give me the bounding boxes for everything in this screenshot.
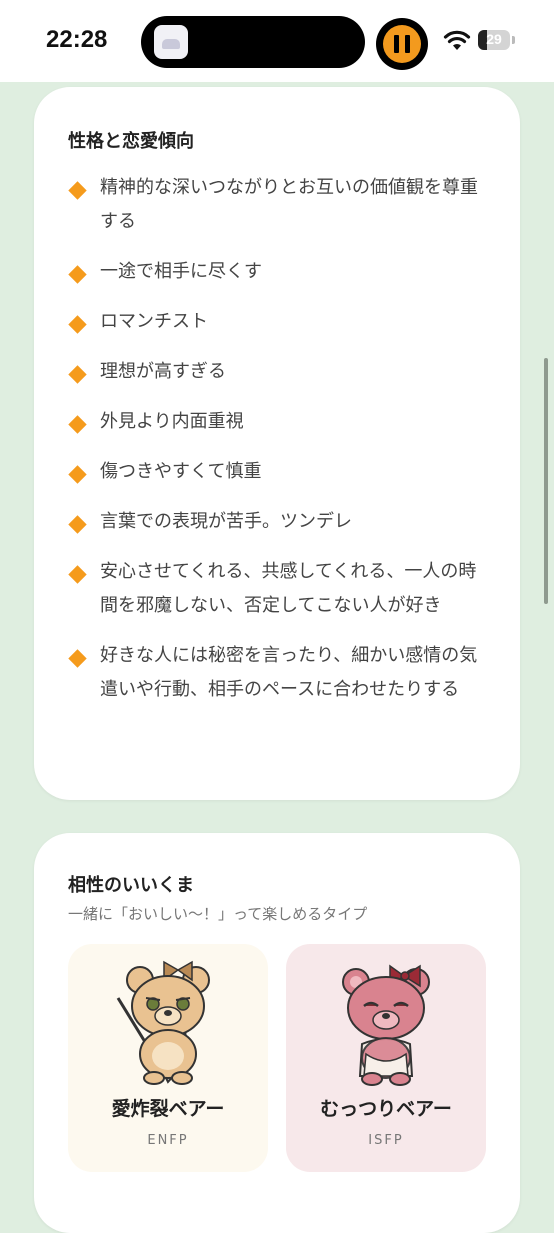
diamond-bullet-icon <box>68 315 87 334</box>
timer-icon[interactable] <box>376 18 428 70</box>
trait-text: 理想が高すぎる <box>100 361 226 382</box>
wifi-icon <box>443 30 471 50</box>
personality-title: 性格と恋愛傾向 <box>68 131 194 152</box>
trait-item: 傷つきやすくて慎重 <box>68 455 488 489</box>
trait-text: 一途で相手に尽くす <box>100 261 262 282</box>
trait-item: 好きな人には秘密を言ったり、細かい感情の気遣いや行動、相手のペースに合わせたりす… <box>68 639 488 707</box>
diamond-bullet-icon <box>68 265 87 284</box>
diamond-bullet-icon <box>68 565 87 584</box>
trait-item: 安心させてくれる、共感してくれる、一人の時間を邪魔しない、否定してこない人が好き <box>68 555 488 623</box>
compatibility-card: 相性のいいくま 一緒に「おいしい〜！」って楽しめるタイプ 愛炸裂ベアー ENFP… <box>34 833 520 1233</box>
diamond-bullet-icon <box>68 181 87 200</box>
diamond-bullet-icon <box>68 415 87 434</box>
scrollbar[interactable] <box>544 358 548 604</box>
trait-item: 外見より内面重視 <box>68 405 488 439</box>
diamond-bullet-icon <box>68 465 87 484</box>
personality-card: 性格と恋愛傾向 精神的な深いつながりとお互いの価値観を尊重する 一途で相手に尽く… <box>34 87 520 800</box>
trait-text: 外見より内面重視 <box>100 411 244 432</box>
trait-item: ロマンチスト <box>68 305 488 339</box>
battery-tip <box>512 36 515 44</box>
trait-item: 精神的な深いつながりとお互いの価値観を尊重する <box>68 171 488 239</box>
beige-bear-scythe-icon <box>116 960 210 1085</box>
diamond-bullet-icon <box>68 365 87 384</box>
compatibility-title: 相性のいいくま <box>68 875 194 896</box>
trait-item: 一途で相手に尽くす <box>68 255 488 289</box>
pink-bear-bow-icon <box>342 964 430 1086</box>
app-thumbnail-icon[interactable] <box>154 25 188 59</box>
bear-card-enfp[interactable]: 愛炸裂ベアー ENFP <box>68 944 268 1172</box>
bear-card-isfp[interactable]: むっつりベアー ISFP <box>286 944 486 1172</box>
trait-list: 精神的な深いつながりとお互いの価値観を尊重する 一途で相手に尽くす ロマンチスト… <box>68 171 488 723</box>
clock-time: 22:28 <box>46 26 108 53</box>
trait-text: 安心させてくれる、共感してくれる、一人の時間を邪魔しない、否定してこない人が好き <box>100 561 477 616</box>
bear-type: ISFP <box>368 1133 404 1148</box>
diamond-bullet-icon <box>68 515 87 534</box>
dynamic-island[interactable] <box>141 16 365 68</box>
battery-level: 29 <box>486 31 502 47</box>
battery-icon: 29 <box>478 30 510 50</box>
trait-text: 傷つきやすくて慎重 <box>100 461 262 482</box>
bear-name: むっつりベアー <box>320 1098 452 1120</box>
trait-text: 精神的な深いつながりとお互いの価値観を尊重する <box>100 177 478 232</box>
trait-text: 好きな人には秘密を言ったり、細かい感情の気遣いや行動、相手のペースに合わせたりす… <box>100 645 478 700</box>
bear-name: 愛炸裂ベアー <box>111 1098 225 1120</box>
bear-type: ENFP <box>147 1133 189 1148</box>
trait-text: 言葉での表現が苦手。ツンデレ <box>100 511 352 532</box>
compatibility-subtitle: 一緒に「おいしい〜！」って楽しめるタイプ <box>68 905 368 923</box>
trait-text: ロマンチスト <box>100 311 208 332</box>
status-bar: 22:28 29 <box>0 0 554 82</box>
diamond-bullet-icon <box>68 649 87 668</box>
trait-item: 言葉での表現が苦手。ツンデレ <box>68 505 488 539</box>
trait-item: 理想が高すぎる <box>68 355 488 389</box>
